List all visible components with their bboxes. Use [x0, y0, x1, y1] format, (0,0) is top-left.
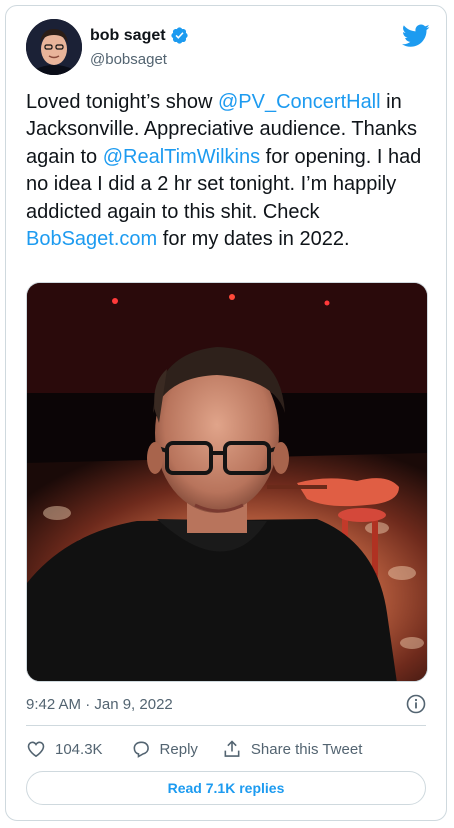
url-link-bobsaget[interactable]: BobSaget.com [26, 228, 157, 250]
action-bar: 104.3K Reply Share this Tweet [26, 737, 362, 761]
display-name[interactable]: bob saget [90, 26, 189, 45]
avatar[interactable] [26, 19, 82, 75]
tweet-timestamp[interactable]: 9:42 AM · Jan 9, 2022 [26, 696, 173, 713]
tweet-text-segment: Loved tonight’s show [26, 91, 218, 113]
verified-badge-icon [170, 26, 189, 45]
read-replies-button[interactable]: Read 7.1K replies [26, 771, 426, 805]
like-button[interactable]: 104.3K [26, 739, 103, 759]
heart-icon [27, 741, 45, 758]
tweet-photo[interactable] [26, 282, 428, 682]
display-name-text[interactable]: bob saget [90, 27, 166, 45]
reply-label: Reply [159, 740, 198, 758]
share-button[interactable]: Share this Tweet [222, 739, 362, 759]
share-label: Share this Tweet [250, 740, 363, 758]
mention-link-realtimwilkins[interactable]: @RealTimWilkins [103, 146, 260, 168]
twitter-bird-icon[interactable] [401, 24, 430, 48]
speech-bubble-icon [133, 741, 149, 758]
tweet-text: Loved tonight’s show @PV_ConcertHall in … [26, 89, 436, 253]
tweet-card: bob saget @bobsaget Loved tonight’s show… [5, 5, 447, 821]
tweet-text-segment: for my dates in 2022. [157, 228, 350, 251]
share-upload-icon [224, 740, 240, 757]
divider [26, 725, 426, 726]
user-handle[interactable]: @bobsaget [90, 51, 167, 68]
info-icon[interactable] [406, 694, 426, 714]
mention-link-pv-concerthall[interactable]: @PV_ConcertHall [218, 91, 381, 113]
reply-button[interactable]: Reply [131, 739, 198, 759]
like-count: 104.3K [55, 740, 103, 758]
